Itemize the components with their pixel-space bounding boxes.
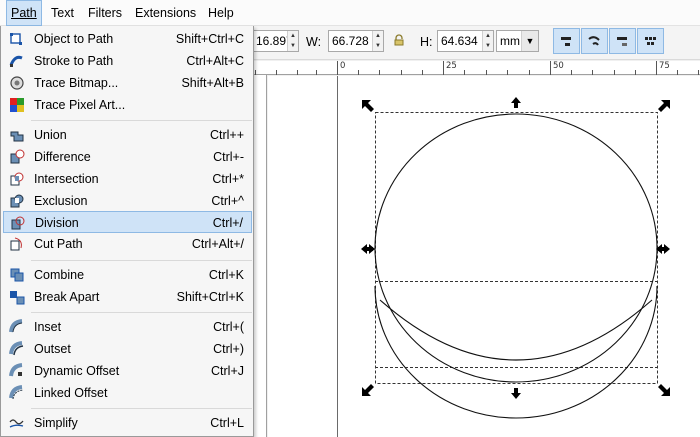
menu-item-shortcut: Shift+Ctrl+C [175,32,244,46]
menu-item-shortcut: Ctrl+^ [211,194,244,208]
menu-item-label: Combine [34,268,85,282]
menu-item-division[interactable]: Division Ctrl+/ [3,211,252,233]
break-apart-icon [10,291,25,305]
menu-item-intersection[interactable]: Intersection Ctrl+* [3,168,252,190]
menu-item-break-apart[interactable]: Break Apart Shift+Ctrl+K [3,286,252,308]
menu-item-shortcut: Ctrl+( [213,320,244,334]
linked-offset-icon [9,385,24,400]
menu-item-label: Dynamic Offset [34,364,120,378]
side-scale-handles [361,97,670,399]
outset-icon [9,341,24,356]
menu-item-label: Exclusion [34,194,88,208]
menu-item-shortcut: Shift+Alt+B [181,76,244,90]
menu-item-difference[interactable]: Difference Ctrl+- [3,146,252,168]
difference-icon [10,149,25,164]
stroke-to-path-icon [9,55,23,67]
object-to-path-icon [10,33,22,45]
exclusion-icon [10,194,24,208]
menu-separator [31,260,252,261]
main-circle [374,113,658,383]
simplify-icon [9,419,24,428]
menu-item-label: Division [35,216,79,230]
menu-item-stroke-to-path[interactable]: Stroke to Path Ctrl+Alt+C [3,50,252,72]
menu-separator [31,120,252,121]
menu-item-label: Break Apart [34,290,100,304]
division-icon [11,216,25,230]
menu-item-shortcut: Ctrl+K [208,268,244,282]
menu-item-shortcut: Ctrl+- [213,150,244,164]
cut-path-icon [10,237,22,251]
menu-item-label: Difference [34,150,91,164]
menu-item-label: Outset [34,342,71,356]
inset-icon [9,319,23,333]
trace-pixel-art-icon [10,98,24,112]
menu-item-simplify[interactable]: Simplify Ctrl+L [3,412,252,434]
combine-icon [10,268,24,282]
menu-item-shortcut: Shift+Ctrl+K [176,290,244,304]
menu-item-trace-pixel-art[interactable]: Trace Pixel Art... [3,94,252,116]
menu-item-shortcut: Ctrl+Alt+C [186,54,244,68]
menu-item-shortcut: Ctrl+/ [212,216,243,230]
menu-item-outset[interactable]: Outset Ctrl+) [3,338,252,360]
menu-item-label: Trace Bitmap... [34,76,119,90]
trace-bitmap-icon [10,76,24,90]
menu-item-label: Object to Path [34,32,114,46]
menu-item-inset[interactable]: Inset Ctrl+( [3,316,252,338]
intersection-icon [10,172,24,186]
menu-item-trace-bitmap[interactable]: Trace Bitmap... Shift+Alt+B [3,72,252,94]
menu-item-label: Inset [34,320,62,334]
union-icon [10,131,24,142]
menu-item-shortcut: Ctrl+J [211,364,244,378]
menu-item-union[interactable]: Union Ctrl++ [3,124,252,146]
path-menu: Object to Path Shift+Ctrl+C Stroke to Pa… [0,26,254,437]
menu-separator [31,312,252,313]
menu-item-object-to-path[interactable]: Object to Path Shift+Ctrl+C [3,28,252,50]
menu-item-label: Simplify [34,416,78,430]
corner-scale-handles [362,100,670,396]
menu-item-combine[interactable]: Combine Ctrl+K [3,264,252,286]
dynamic-offset-icon [9,363,23,377]
menu-item-shortcut: Ctrl+) [213,342,244,356]
menu-item-label: Union [34,128,67,142]
menu-item-label: Cut Path [34,237,83,251]
menu-item-shortcut: Ctrl++ [209,128,244,142]
menu-item-label: Stroke to Path [34,54,114,68]
menu-item-label: Linked Offset [34,386,108,400]
menu-item-shortcut: Ctrl+* [212,172,244,186]
menu-item-label: Intersection [34,172,99,186]
menu-item-shortcut: Ctrl+L [210,416,244,430]
menu-item-cut-path[interactable]: Cut Path Ctrl+Alt+/ [3,233,252,255]
lower-crescent-edge [379,299,653,361]
menu-item-label: Trace Pixel Art... [34,98,126,112]
menu-item-linked-offset[interactable]: Linked Offset [3,382,252,404]
menu-separator [31,408,252,409]
menu-item-shortcut: Ctrl+Alt+/ [191,237,244,251]
menu-item-dynamic-offset[interactable]: Dynamic Offset Ctrl+J [3,360,252,382]
menu-item-exclusion[interactable]: Exclusion Ctrl+^ [3,190,252,212]
